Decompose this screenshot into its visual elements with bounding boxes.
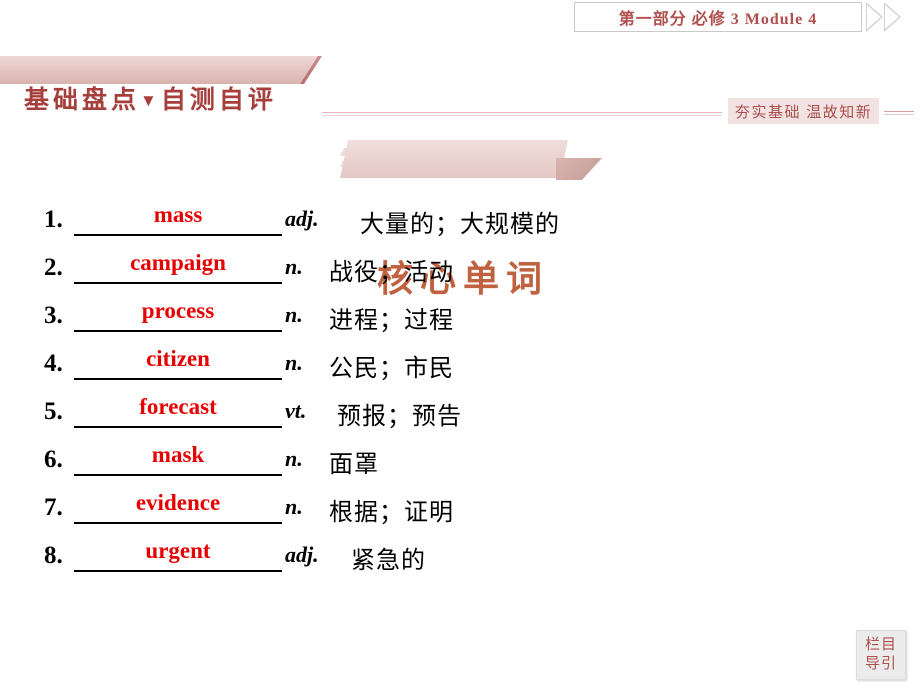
breadcrumb-text: 第一部分 必修 3 Module 4 [618,11,818,28]
chevron-right-icon-2 [884,2,901,32]
word-row: 6. mask n. 面罩 [0,436,920,484]
word-part-of-speech: n. [285,302,303,327]
word-part-of-speech: n. [285,254,303,279]
header-divider-line [322,112,722,113]
word-answer: forecast [139,394,217,419]
word-answer-blank[interactable]: evidence [74,488,282,524]
word-index: 5. [44,398,63,425]
word-part-of-speech: n. [285,494,303,519]
word-answer: process [141,298,215,323]
word-answer-blank[interactable]: citizen [74,344,282,380]
word-answer: mass [153,202,203,227]
chevron-right-icon [866,2,883,32]
word-meaning: 进程；过程 [329,308,454,334]
column-guide-button[interactable]: 栏目 导引 [856,630,906,680]
word-row: 1. mass adj. 大量的；大规模的 [0,196,920,244]
section-motto-box: 夯实基础 温故知新 [728,98,880,124]
word-answer-blank[interactable]: mass [74,200,282,236]
word-answer-blank[interactable]: urgent [74,536,282,572]
word-answer: citizen [146,346,210,371]
header-divider-right-2 [884,114,914,115]
word-index: 1. [44,206,63,233]
top-header-bar: 第一部分 必修 3 Module 4 [0,0,920,34]
word-answer: evidence [135,490,221,515]
word-index: 3. [44,302,63,329]
word-meaning: 预报；预告 [337,404,462,430]
word-meaning: 紧急的 [351,548,426,574]
word-meaning: 根据；证明 [329,500,454,526]
title-banner: 核心单词 [0,122,920,299]
section-motto-text: 夯实基础 温故知新 [735,104,873,121]
word-index: 4. [44,350,63,377]
word-list: 1. mass adj. 大量的；大规模的 2. campaign n. 战役；活动 3. pro… [0,196,920,580]
title-ribbon-tail [556,158,602,180]
word-meaning: 战役；活动 [329,260,454,286]
section-title: 基础盘点▼自测自评 [24,80,277,116]
word-answer-blank[interactable]: mask [74,440,282,476]
word-index: 8. [44,542,63,569]
triangle-down-icon: ▼ [140,91,161,110]
word-part-of-speech: adj. [285,206,319,231]
word-index: 7. [44,494,63,521]
word-answer-blank[interactable]: process [74,296,282,332]
word-row: 7. evidence n. 根据；证明 [0,484,920,532]
title-plate-shape [340,140,568,178]
word-part-of-speech: n. [285,350,303,375]
word-answer: urgent [145,538,211,563]
header-divider-line-2 [322,115,722,116]
word-row: 2. campaign n. 战役；活动 [0,244,920,292]
word-answer-blank[interactable]: forecast [74,392,282,428]
word-row: 8. urgent adj. 紧急的 [0,532,920,580]
section-title-part1: 基础盘点 [24,87,141,114]
section-header: 基础盘点▼自测自评 夯实基础 温故知新 [0,40,920,124]
word-meaning: 大量的；大规模的 [360,212,560,238]
word-row: 3. process n. 进程；过程 [0,292,920,340]
word-row: 4. citizen n. 公民；市民 [0,340,920,388]
word-index: 6. [44,446,63,473]
column-guide-line1: 栏目 [864,637,897,653]
breadcrumb-tab: 第一部分 必修 3 Module 4 [574,2,862,32]
header-divider-right [884,111,914,112]
word-meaning: 面罩 [329,452,379,478]
word-index: 2. [44,254,63,281]
word-answer-blank[interactable]: campaign [74,248,282,284]
word-answer: mask [151,442,205,467]
column-guide-line2: 导引 [864,656,897,672]
word-part-of-speech: n. [285,446,303,471]
word-meaning: 公民；市民 [329,356,454,382]
word-part-of-speech: adj. [285,542,319,567]
word-part-of-speech: vt. [285,398,307,423]
word-answer: campaign [130,250,226,275]
section-title-part2: 自测自评 [160,87,277,114]
word-row: 5. forecast vt. 预报；预告 [0,388,920,436]
